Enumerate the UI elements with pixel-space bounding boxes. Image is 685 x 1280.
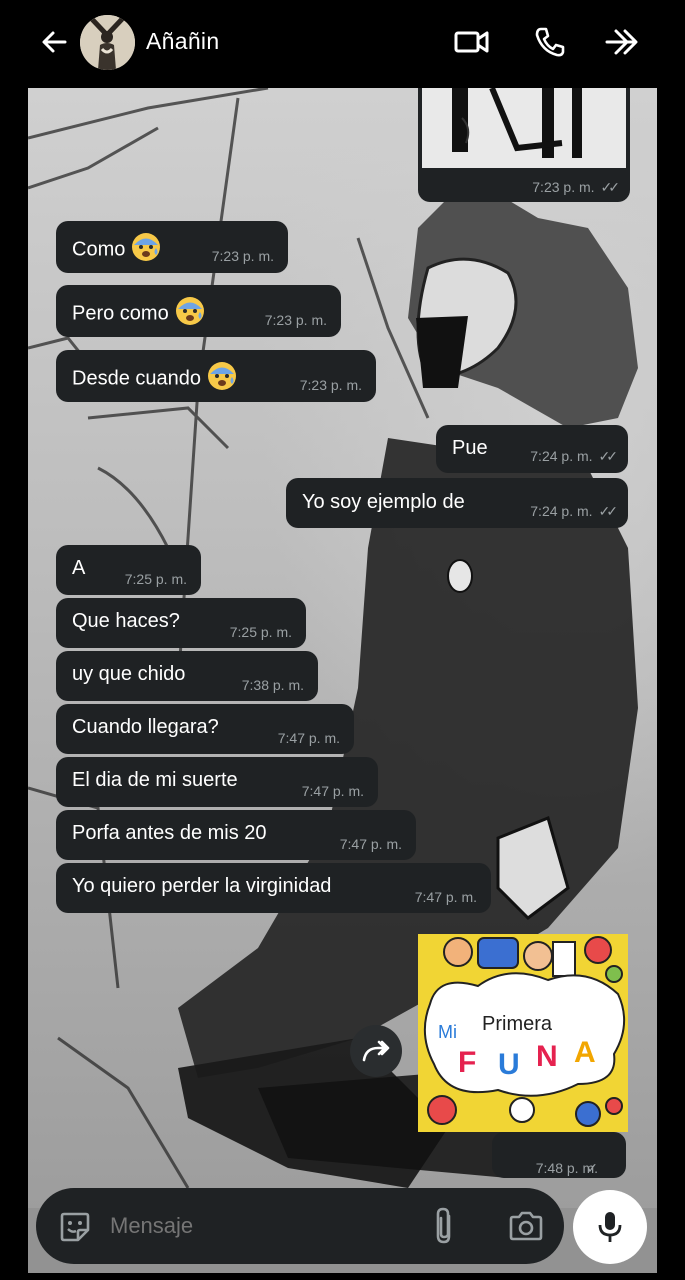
message-bubble-incoming[interactable]: Cuando llegara? 7:47 p. m. [56, 704, 354, 754]
sticker-text-mi: Mi [438, 1022, 457, 1042]
sticker-message[interactable]: Mi Primera F U N A [418, 934, 628, 1132]
anxious-face-emoji-icon [207, 362, 236, 390]
message-bubble-outgoing[interactable]: Yo soy ejemplo de 7:24 p. m. ✓✓ [286, 478, 628, 528]
microphone-icon [598, 1212, 622, 1242]
message-text: Pue [452, 437, 488, 459]
image-message[interactable]: 7:23 p. m. ✓✓ [418, 88, 630, 202]
message-time: 7:47 p. m. [339, 836, 402, 852]
forward-arrow-icon [362, 1040, 390, 1062]
sticker-text-primera: Primera [482, 1013, 553, 1035]
message-text: Yo soy ejemplo de [302, 491, 465, 513]
message-bubble-incoming[interactable]: Pero como 7:23 p. m. [56, 285, 341, 337]
message-bubble-incoming[interactable]: A 7:25 p. m. [56, 545, 201, 595]
sticker-letter-f: F [458, 1046, 476, 1079]
message-bubble-incoming[interactable]: El dia de mi suerte 7:47 p. m. [56, 757, 378, 807]
message-time: 7:23 p. m. [211, 248, 274, 264]
sticker-icon[interactable] [58, 1210, 92, 1249]
message-time: 7:47 p. m. [277, 730, 340, 746]
message-time: 7:24 p. m. ✓✓ [530, 503, 619, 519]
sticker-letter-a: A [574, 1036, 596, 1069]
image-thumbnail[interactable] [422, 88, 626, 168]
video-call-icon[interactable] [452, 22, 492, 62]
attach-icon[interactable] [432, 1206, 456, 1251]
message-bubble-outgoing[interactable]: Pue 7:24 p. m. ✓✓ [436, 425, 628, 473]
message-text: El dia de mi suerte [72, 769, 238, 791]
forward-message-button[interactable] [350, 1025, 402, 1077]
message-bubble-incoming[interactable]: Desde cuando 7:23 p. m. [56, 350, 376, 402]
mi-primera-funa-sticker: Mi Primera F U N A [418, 934, 628, 1132]
camera-icon[interactable] [508, 1210, 544, 1247]
message-text: A [72, 557, 86, 579]
read-ticks-icon: ✓✓ [598, 503, 619, 519]
message-time: 7:38 p. m. [241, 677, 304, 693]
sticker-letter-u: U [498, 1048, 520, 1081]
chat-header: Añañin [28, 0, 657, 88]
voice-record-button[interactable] [573, 1190, 647, 1264]
back-arrow-icon[interactable] [34, 22, 74, 62]
message-text: Desde cuando [72, 367, 201, 390]
message-time: 7:23 p. m. [264, 312, 327, 328]
sticker-letter-n: N [536, 1040, 558, 1073]
message-composer [36, 1188, 564, 1264]
message-time: 7:23 p. m. [299, 377, 362, 393]
message-text: Cuando llegara? [72, 716, 219, 738]
read-ticks-icon: ✓✓ [598, 448, 619, 464]
message-text: Como [72, 238, 126, 261]
message-text: Porfa antes de mis 20 [72, 822, 267, 844]
message-time: 7:25 p. m. [229, 624, 292, 640]
message-time: 7:47 p. m. [414, 889, 477, 905]
message-text: Pero como [72, 302, 169, 325]
message-bubble-incoming[interactable]: uy que chido 7:38 p. m. [56, 651, 318, 701]
phone-call-icon[interactable] [530, 22, 570, 62]
message-time: 7:25 p. m. [124, 571, 187, 587]
chat-screen: Añañin 7:23 p. m. ✓✓ Como 7:23 p. m. Per… [28, 0, 657, 1280]
message-bubble-incoming[interactable]: Yo quiero perder la virginidad 7:47 p. m… [56, 863, 491, 913]
sent-tick-icon: ✓ [586, 1160, 598, 1176]
anxious-face-emoji-icon [132, 233, 161, 261]
message-bubble-incoming[interactable]: Porfa antes de mis 20 7:47 p. m. [56, 810, 416, 860]
message-input[interactable] [108, 1212, 392, 1240]
sticker-time-bubble: 7:48 p. m. ✓ [492, 1132, 626, 1178]
anxious-face-emoji-icon [175, 297, 204, 325]
message-time: 7:23 p. m. ✓✓ [532, 179, 621, 195]
message-time: 7:24 p. m. ✓✓ [530, 448, 619, 464]
read-ticks-icon: ✓✓ [600, 179, 621, 195]
message-text: Que haces? [72, 610, 180, 632]
forward-icon[interactable] [602, 22, 642, 62]
contact-avatar[interactable] [80, 15, 135, 70]
message-bubble-incoming[interactable]: Como 7:23 p. m. [56, 221, 288, 273]
contact-name[interactable]: Añañin [146, 28, 219, 55]
message-text: Yo quiero perder la virginidad [72, 875, 332, 897]
message-time: 7:47 p. m. [301, 783, 364, 799]
message-text: uy que chido [72, 663, 186, 685]
message-bubble-incoming[interactable]: Que haces? 7:25 p. m. [56, 598, 306, 648]
